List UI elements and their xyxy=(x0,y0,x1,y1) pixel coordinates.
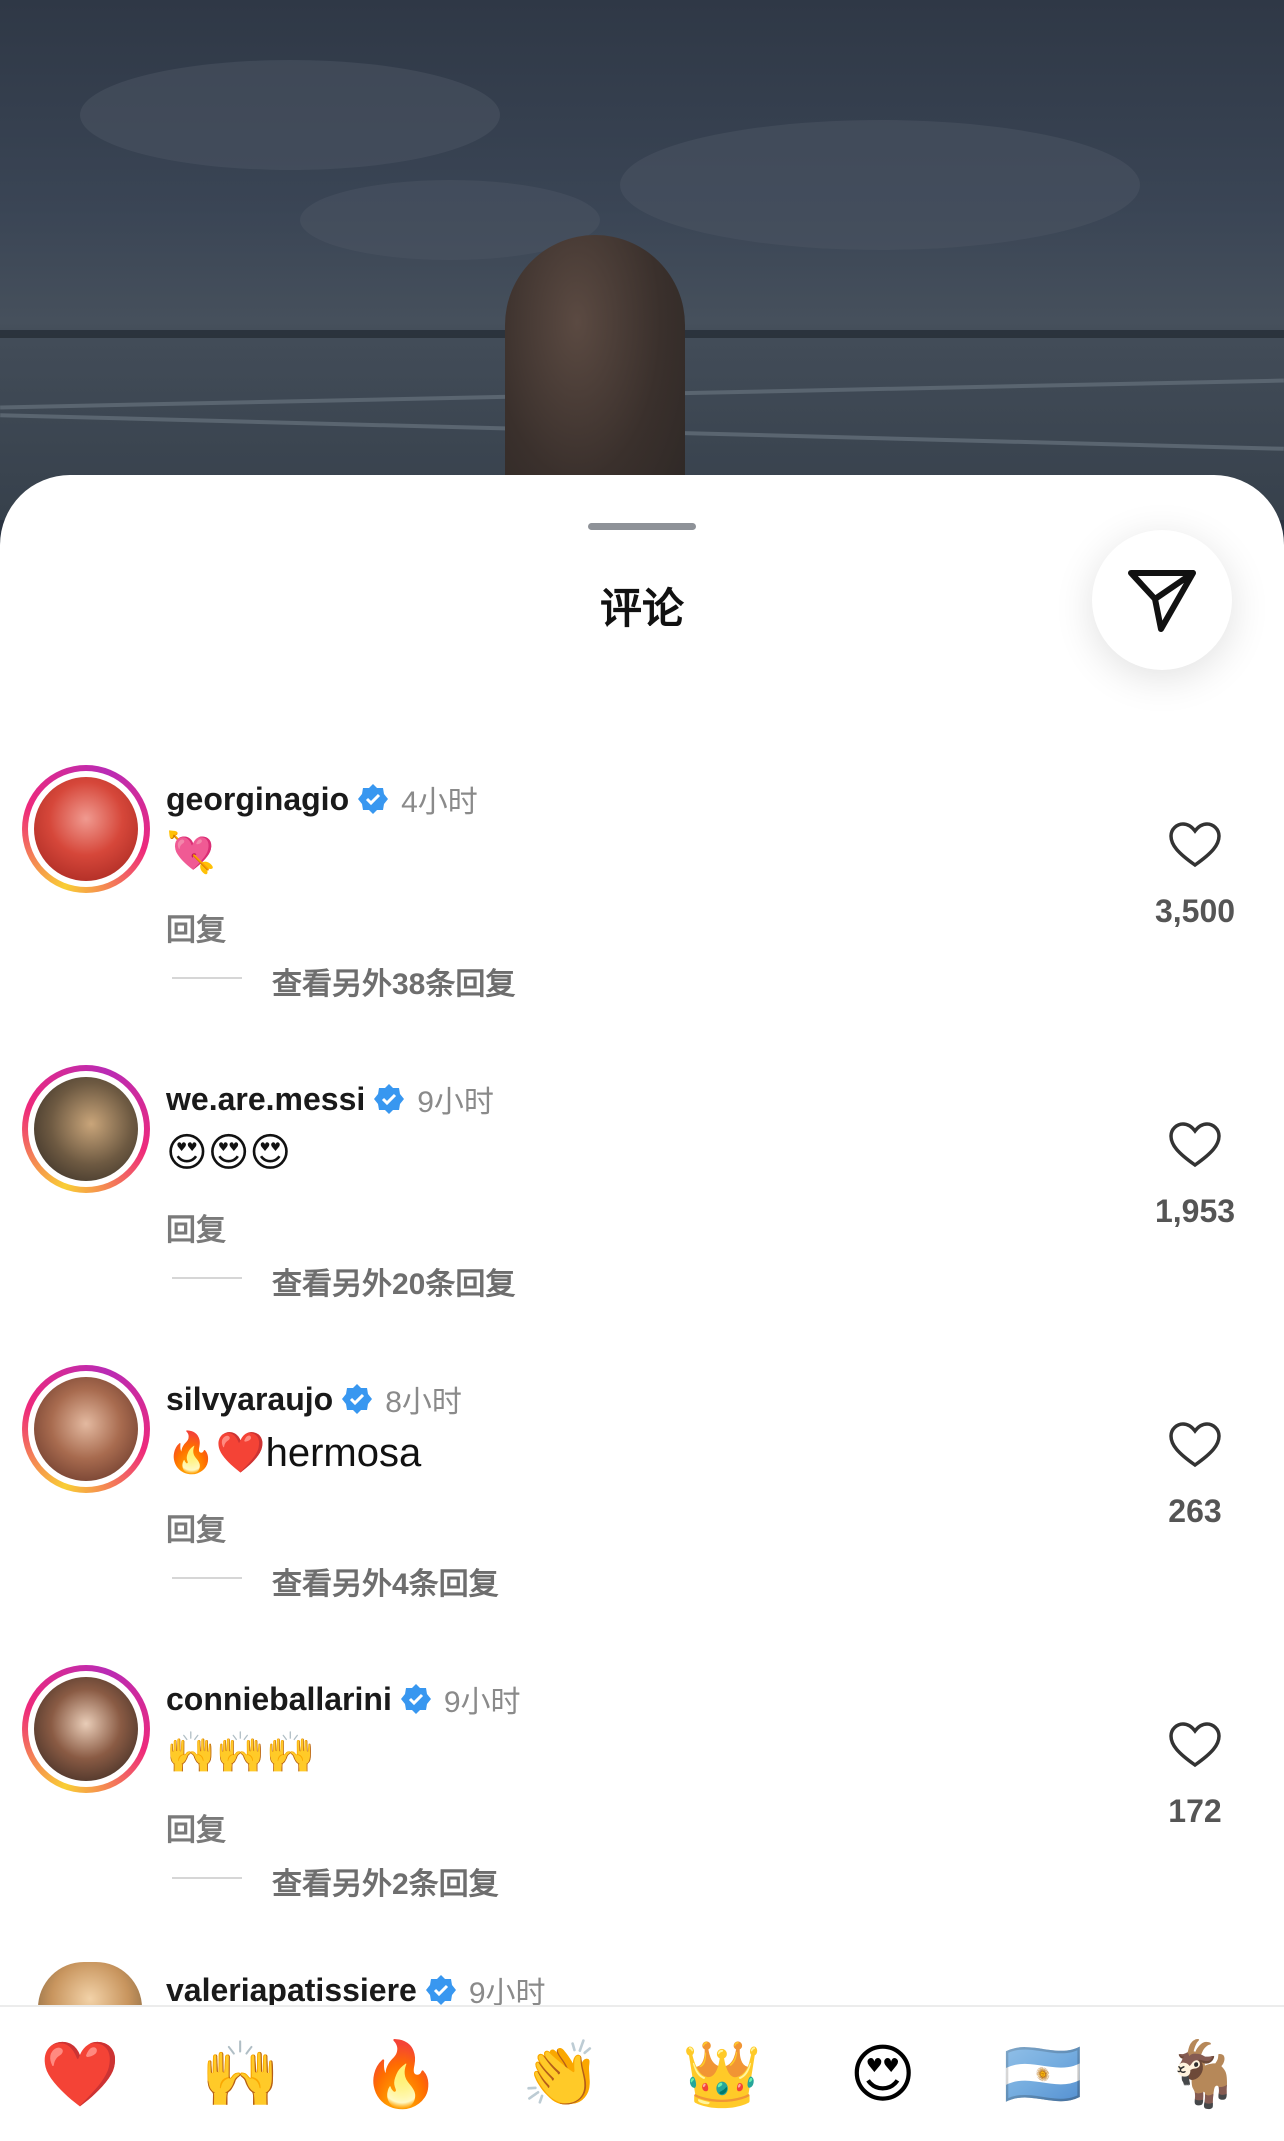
emoji-fire[interactable]: 🔥 xyxy=(351,2042,451,2106)
like-count: 263 xyxy=(1168,1493,1222,1529)
avatar[interactable] xyxy=(22,765,150,893)
like-count: 3,500 xyxy=(1154,893,1236,929)
reply-button[interactable]: 回复 xyxy=(166,1505,226,1549)
username[interactable]: valeriapatissiere xyxy=(166,1972,417,2009)
comment-text: 🙌🙌🙌 xyxy=(166,1731,316,1775)
cloud xyxy=(80,60,500,170)
share-button[interactable] xyxy=(1092,530,1232,670)
comment-text: 😍😍😍 xyxy=(166,1131,292,1175)
emoji-crown[interactable]: 👑 xyxy=(672,2042,772,2106)
emoji-clap[interactable]: 👏 xyxy=(512,2042,612,2106)
comment-time: 4小时 xyxy=(401,786,478,819)
comment-item: we.are.messi 9小时 😍😍😍 回复 查看另外20条回复 1,953 xyxy=(0,1065,1284,1365)
heart-outline-icon xyxy=(1169,822,1221,868)
comment-text: 🔥❤️hermosa xyxy=(166,1431,422,1475)
comment-item: connieballarini 9小时 🙌🙌🙌 回复 查看另外2条回复 172 xyxy=(0,1665,1284,1965)
divider xyxy=(172,1877,242,1879)
like-button[interactable] xyxy=(1150,1421,1240,1469)
comment-text: 💘 xyxy=(166,831,216,875)
heart-outline-icon xyxy=(1169,1722,1221,1768)
like-count: 1,953 xyxy=(1154,1193,1236,1229)
avatar[interactable] xyxy=(38,1962,142,2008)
post-background-photo xyxy=(0,0,1284,520)
username[interactable]: georginagio xyxy=(166,781,349,818)
like-button[interactable] xyxy=(1150,1121,1240,1169)
username[interactable]: connieballarini xyxy=(166,1681,392,1718)
verified-badge-icon xyxy=(425,1975,456,2005)
like-count: 172 xyxy=(1168,1793,1222,1829)
username[interactable]: silvyaraujo xyxy=(166,1381,333,1418)
avatar[interactable] xyxy=(22,1365,150,1493)
divider xyxy=(172,1277,242,1279)
verified-badge-icon xyxy=(374,1084,405,1114)
like-button[interactable] xyxy=(1150,1721,1240,1769)
heart-outline-icon xyxy=(1169,1422,1221,1468)
verified-badge-icon xyxy=(358,784,389,814)
emoji-argentina-flag[interactable]: 🇦🇷 xyxy=(993,2042,1093,2106)
emoji-heart-eyes[interactable]: 😍 xyxy=(833,2042,933,2106)
divider xyxy=(172,977,242,979)
cloud xyxy=(620,120,1140,250)
comment-item: silvyaraujo 8小时 🔥❤️hermosa 回复 查看另外4条回复 2… xyxy=(0,1365,1284,1665)
avatar[interactable] xyxy=(22,1665,150,1793)
send-icon xyxy=(1128,570,1196,632)
username[interactable]: we.are.messi xyxy=(166,1081,365,1118)
verified-badge-icon xyxy=(342,1384,373,1414)
divider xyxy=(172,1577,242,1579)
comment-time: 9小时 xyxy=(417,1086,494,1119)
comment-time: 8小时 xyxy=(385,1386,462,1419)
reply-button[interactable]: 回复 xyxy=(166,1205,226,1249)
verified-badge-icon xyxy=(400,1684,431,1714)
view-replies-button[interactable]: 查看另外38条回复 xyxy=(272,959,515,1003)
comment-item: georginagio 4小时 💘 回复 查看另外38条回复 3,500 xyxy=(0,765,1284,1065)
avatar[interactable] xyxy=(22,1065,150,1193)
sheet-grabber[interactable] xyxy=(588,523,696,530)
emoji-goat[interactable]: 🐐 xyxy=(1154,2042,1254,2106)
reply-button[interactable]: 回复 xyxy=(166,1805,226,1849)
heart-outline-icon xyxy=(1169,1122,1221,1168)
like-button[interactable] xyxy=(1150,821,1240,869)
view-replies-button[interactable]: 查看另外2条回复 xyxy=(272,1859,499,1903)
view-replies-button[interactable]: 查看另外4条回复 xyxy=(272,1559,499,1603)
view-replies-button[interactable]: 查看另外20条回复 xyxy=(272,1259,515,1303)
emoji-raised-hands[interactable]: 🙌 xyxy=(191,2042,291,2106)
reply-button[interactable]: 回复 xyxy=(166,905,226,949)
emoji-heart[interactable]: ❤️ xyxy=(30,2042,130,2106)
emoji-quick-bar: ❤️ 🙌 🔥 👏 👑 😍 🇦🇷 🐐 xyxy=(0,2005,1284,2141)
comment-time: 9小时 xyxy=(443,1686,521,1719)
